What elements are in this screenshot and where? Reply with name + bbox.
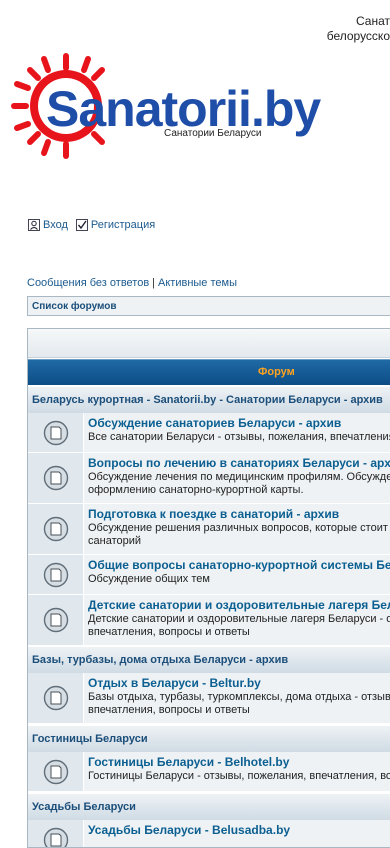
forum-folder-icon [43,465,69,491]
forum-status-cell [28,504,84,554]
forum-title-link[interactable]: Вопросы по лечению в санаториях Беларуси… [88,456,390,471]
forum-info-cell: Вопросы по лечению в санаториях Беларуси… [84,453,390,503]
site-tagline: Санат белорусско [327,14,390,44]
forum-info-cell: Подготовка к поездке в санаторий - архив… [84,504,390,554]
forum-status-cell [28,453,84,503]
register-icon [76,219,88,231]
login-icon [28,219,40,231]
forum-table: Форум Беларусь курортная - Sanatorii.by … [27,328,390,848]
forum-title-link[interactable]: Обсуждение санаториев Беларуси - архив [88,416,390,431]
forum-folder-icon [43,759,69,785]
forum-row: Детские санатории и оздоровительные лаге… [28,595,390,646]
forum-index-link[interactable]: Список форумов [32,301,117,312]
forum-folder-icon [43,562,69,588]
forum-description: Все санатории Беларуси - отзывы, пожелан… [88,431,390,444]
forum-row: Вопросы по лечению в санаториях Беларуси… [28,453,390,504]
sanatorii-logo-graphic: Sanatorii.by Санатории Беларуси [4,50,324,168]
unanswered-posts-link[interactable]: Сообщения без ответов [27,277,149,289]
forum-folder-icon [43,420,69,446]
register-label: Регистрация [91,219,155,231]
forum-description: Обсуждение решения различных вопросов, к… [88,522,390,535]
logo-subtitle: Санатории Беларуси [164,128,261,139]
search-links: Сообщения без ответов|Активные темы [27,277,237,289]
forum-folder-icon [43,607,69,633]
user-links: Вход Регистрация [28,219,155,231]
forum-row: Отдых в Беларуси - Beltur.by Базы отдыха… [28,673,390,724]
forum-row: Обсуждение санаториев Беларуси - архив В… [28,413,390,453]
forum-title-link[interactable]: Подготовка к поездке в санаторий - архив [88,507,390,522]
forum-description: Обсуждение общих тем [88,573,390,586]
forum-info-cell: Общие вопросы санаторно-курортной систем… [84,555,390,594]
category-title[interactable]: Усадьбы Беларуси [32,801,136,813]
forum-description: Детские санатории и оздоровительные лаге… [88,613,390,626]
forum-title-link[interactable]: Усадьбы Беларуси - Belusadba.by [88,823,390,838]
forum-description: Гостиницы Беларуси - отзывы, пожелания, … [88,770,390,783]
category-title[interactable]: Базы, турбазы, дома отдыха Беларуси - ар… [32,654,288,666]
separator: | [149,277,158,289]
forum-status-cell [28,595,84,645]
forum-description: впечатления, вопросы и ответы [88,626,390,639]
forum-row: Гостиницы Беларуси - Belhotel.by Гостини… [28,752,390,792]
login-label: Вход [43,219,68,231]
forum-status-cell [28,673,84,723]
breadcrumb: Список форумов [27,296,390,316]
forum-info-cell: Гостиницы Беларуси - Belhotel.by Гостини… [84,752,390,791]
login-link[interactable]: Вход [28,219,68,231]
forum-title-link[interactable]: Гостиницы Беларуси - Belhotel.by [88,755,390,770]
category-title[interactable]: Гостиницы Беларуси [32,733,148,745]
forum-row: Подготовка к поездке в санаторий - архив… [28,504,390,555]
forum-description: Базы отдыха, турбазы, туркомплексы, дома… [88,691,390,704]
forum-description: Обсуждение лечения по медицинским профил… [88,471,390,484]
forum-folder-icon [43,685,69,711]
forum-info-cell: Детские санатории и оздоровительные лаге… [84,595,390,645]
forum-description: впечатления, вопросы и ответы [88,704,390,717]
category-row: Усадьбы Беларуси [28,793,390,821]
forum-status-cell [28,413,84,452]
table-top-bar [28,329,390,358]
forum-column-header: Форум [258,366,295,378]
forum-row: Общие вопросы санаторно-курортной систем… [28,555,390,595]
forum-title-link[interactable]: Общие вопросы санаторно-курортной систем… [88,558,390,573]
category-title[interactable]: Беларусь курортная - Sanatorii.by - Сана… [32,394,383,406]
table-header: Форум [28,359,390,385]
forum-description: оформлению санаторно-курортной карты. [88,484,390,497]
forum-info-cell: Отдых в Беларуси - Beltur.by Базы отдыха… [84,673,390,723]
forum-folder-icon [43,516,69,542]
forum-status-cell [28,752,84,791]
tagline-line-1: Санат [327,14,390,29]
tagline-line-2: белорусско [327,29,390,44]
active-topics-link[interactable]: Активные темы [158,277,237,289]
category-row: Базы, турбазы, дома отдыха Беларуси - ар… [28,646,390,674]
category-row: Беларусь курортная - Sanatorii.by - Сана… [28,386,390,414]
forum-description: санаторий [88,535,390,548]
forum-title-link[interactable]: Отдых в Беларуси - Beltur.by [88,676,390,691]
forum-title-link[interactable]: Детские санатории и оздоровительные лаге… [88,598,390,613]
forum-status-cell [28,555,84,594]
forum-folder-icon [43,827,69,848]
site-logo[interactable]: Sanatorii.by Санатории Беларуси [4,50,324,168]
category-row: Гостиницы Беларуси [28,725,390,753]
register-link[interactable]: Регистрация [76,219,155,231]
forum-info-cell: Обсуждение санаториев Беларуси - архив В… [84,413,390,452]
